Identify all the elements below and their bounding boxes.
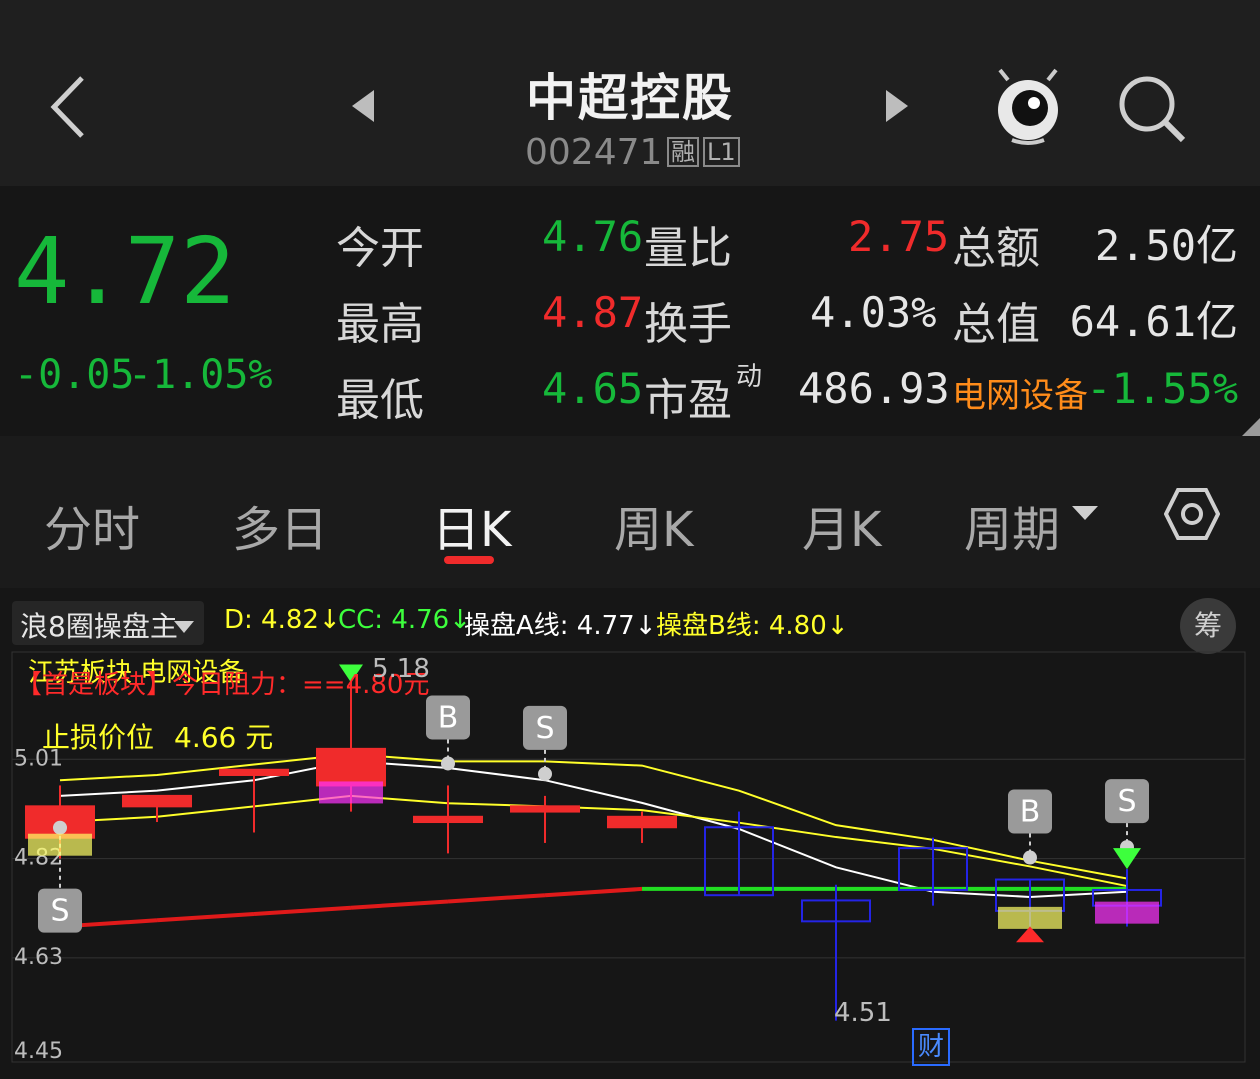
indicator-d: D: 4.82↓ [224, 605, 341, 635]
active-tab-indicator [444, 556, 494, 564]
financial-report-badge[interactable]: 财 [912, 1028, 950, 1066]
turnover-value: 4.03% [810, 288, 937, 337]
price-change: -0.05 [14, 352, 135, 398]
y-tick-label: 4.63 [14, 945, 63, 970]
signal-label: S [1117, 784, 1136, 819]
next-stock-icon[interactable] [884, 88, 910, 124]
signal-label: B [1020, 795, 1041, 830]
pe-dynamic-sup: 动 [736, 362, 763, 392]
turnover-label: 换手 [644, 299, 732, 350]
open-label: 今开 [336, 223, 424, 274]
amount-label: 总额 [952, 223, 1040, 274]
highlight-bar [319, 781, 383, 804]
tab-daily-k[interactable]: 日K [432, 490, 511, 560]
stop-loss-label: 止损价位 [42, 721, 155, 754]
vol-ratio-label: 量比 [644, 223, 732, 274]
support-line-segment [447, 893, 546, 904]
level-badge: L1 [703, 137, 740, 167]
amount-value: 2.50亿 [1094, 221, 1238, 270]
kline-svg[interactable]: 5.014.824.634.45SB SB S [0, 650, 1260, 1079]
high-value: 4.87 [542, 288, 644, 337]
candle-body [219, 768, 289, 776]
support-line-segment [156, 912, 255, 923]
highlight-bar [1095, 901, 1159, 924]
signal-dot [1023, 850, 1037, 865]
dropdown-arrow-icon [1072, 506, 1098, 522]
tab-weekly-k[interactable]: 周K [614, 490, 693, 560]
support-line-segment [253, 905, 352, 917]
search-icon[interactable] [1115, 72, 1189, 146]
highlight-bar [998, 906, 1062, 929]
open-value: 4.76 [542, 212, 644, 261]
support-line-segment [544, 886, 643, 898]
high-label: 最高 [336, 299, 424, 350]
sector-pct: -1.55% [1086, 364, 1238, 413]
margin-badge: 融 [667, 137, 699, 167]
low-marker-value: 4.51 [834, 998, 892, 1028]
signal-label: B [438, 700, 459, 735]
signal-dot [441, 756, 455, 771]
overlay-resistance-line: 【首是板块】今日阻力：==4.80元 [16, 670, 430, 700]
candle-body [122, 794, 192, 808]
indicator-dropdown-icon [174, 620, 194, 634]
low-value: 4.65 [542, 364, 644, 413]
price-change-pct: -1.05% [128, 352, 273, 398]
signal-label: S [535, 711, 554, 746]
stock-code: 002471 [525, 132, 663, 173]
candle-body [510, 805, 580, 813]
pe-value: 486.93 [798, 364, 950, 413]
candle-body [607, 815, 677, 829]
y-tick-label: 4.45 [14, 1039, 63, 1064]
indicator-name: 浪8圈操盘主 [20, 610, 178, 643]
tab-intraday[interactable]: 分时 [44, 490, 140, 560]
signal-dot [53, 820, 67, 835]
expand-corner-icon[interactable] [1242, 418, 1260, 436]
indicator-a: 操盘A线: 4.77↓ [464, 611, 657, 641]
pe-label: 市盈 [644, 375, 732, 426]
candle-body [413, 815, 483, 824]
settings-icon[interactable] [1163, 486, 1221, 542]
mktcap-value: 64.61亿 [1069, 297, 1238, 346]
high-marker-value: 5.18 [372, 654, 430, 684]
signal-dot [538, 766, 552, 781]
plot-frame [11, 651, 1246, 1063]
mascot-icon[interactable] [990, 66, 1066, 146]
support-line-segment [350, 899, 449, 910]
stock-title: 中超控股 [526, 69, 734, 127]
low-label: 最低 [336, 375, 424, 426]
tab-monthly-k[interactable]: 月K [802, 490, 881, 560]
stop-loss-value: 4.66 元 [174, 721, 274, 754]
signal-label: S [50, 894, 69, 929]
tab-period[interactable]: 周期 [964, 490, 1060, 560]
indicator-b: 操盘B线: 4.80↓ [656, 611, 849, 641]
vol-ratio-value: 2.75 [848, 212, 950, 261]
highlight-bar [28, 833, 92, 856]
mktcap-label: 总值 [952, 299, 1040, 350]
indicator-cc: CC: 4.76↓ [338, 605, 472, 635]
tab-multiday[interactable]: 多日 [232, 490, 328, 560]
chip-distribution-button[interactable]: 筹 [1180, 598, 1236, 654]
sector-name[interactable]: 电网设备 [952, 368, 1088, 417]
candle-body [316, 747, 386, 787]
up-arrow-icon [1016, 926, 1044, 943]
last-price: 4.72 [14, 218, 236, 325]
